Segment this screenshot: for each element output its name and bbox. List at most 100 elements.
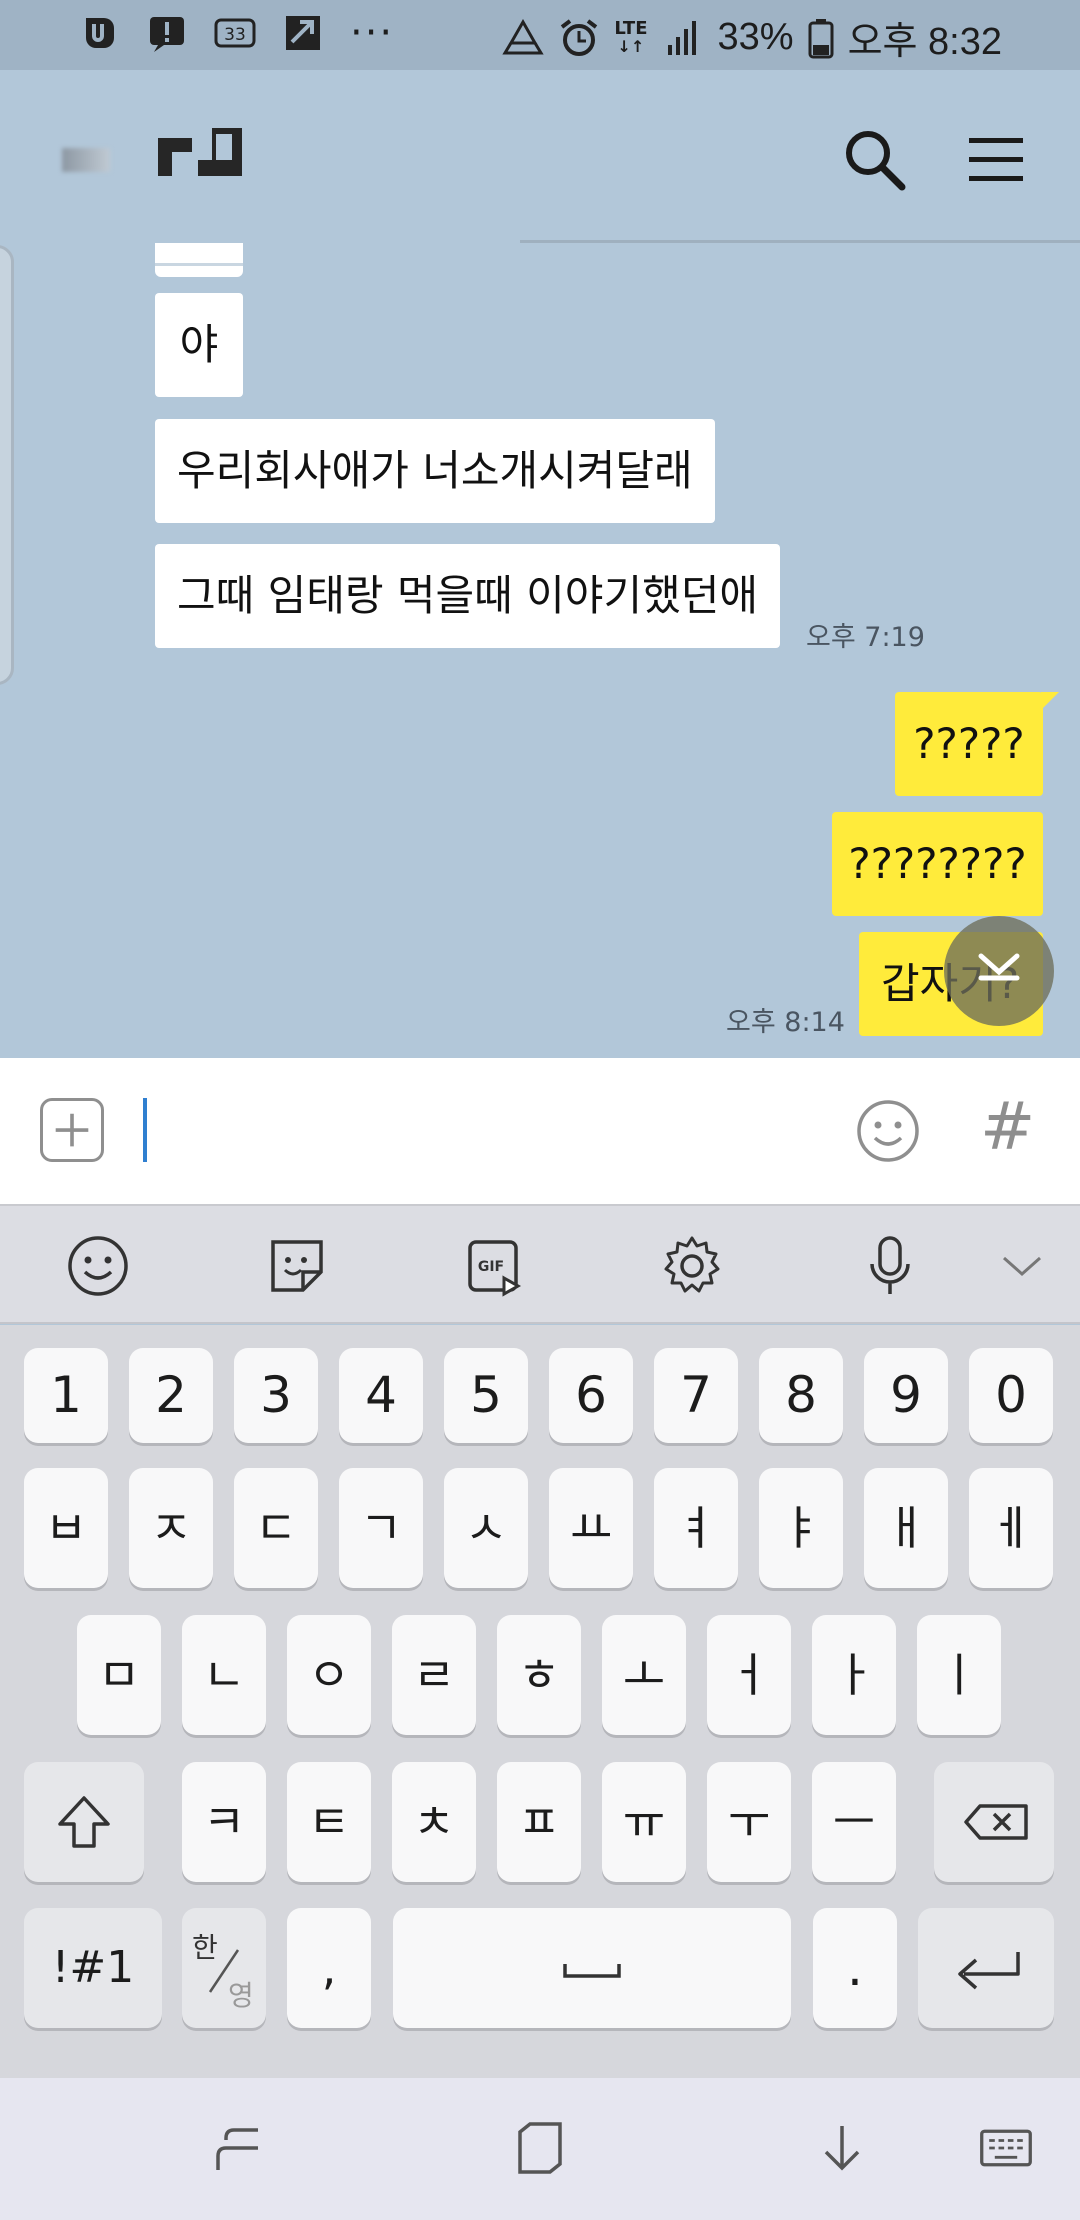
key-ㄱ[interactable]: ㄱ — [339, 1468, 423, 1588]
back-icon[interactable] — [62, 148, 110, 172]
gif-icon[interactable]: GIF — [462, 1234, 526, 1298]
key-6[interactable]: 6 — [549, 1348, 633, 1443]
chat-room-title — [158, 128, 242, 176]
key-1-label: 1 — [50, 1366, 82, 1424]
back-gesture-icon[interactable] — [208, 2118, 268, 2178]
shift-key[interactable] — [24, 1762, 144, 1882]
menu-icon[interactable] — [966, 132, 1026, 188]
key-ㅗ-label: ㅗ — [622, 1648, 666, 1702]
key-8[interactable]: 8 — [759, 1348, 843, 1443]
message-input[interactable] — [143, 1098, 147, 1162]
badge-number: 33 — [224, 25, 246, 45]
battery-icon — [808, 18, 834, 58]
enter-key[interactable] — [918, 1908, 1054, 2028]
gif-label: GIF — [478, 1259, 504, 1275]
key-ㄷ[interactable]: ㄷ — [234, 1468, 318, 1588]
key-ㅏ-label: ㅏ — [832, 1648, 876, 1702]
key-ㅑ[interactable]: ㅑ — [759, 1468, 843, 1588]
backspace-key[interactable] — [934, 1762, 1054, 1882]
key-ㅊ[interactable]: ㅊ — [392, 1762, 476, 1882]
period-key[interactable]: . — [813, 1908, 897, 2028]
emoji-icon[interactable] — [66, 1234, 130, 1298]
key-ㅛ[interactable]: ㅛ — [549, 1468, 633, 1588]
comma-key-label: , — [321, 1941, 337, 1995]
key-ㅁ[interactable]: ㅁ — [77, 1615, 161, 1735]
key-2[interactable]: 2 — [129, 1348, 213, 1443]
recents-icon[interactable] — [510, 2118, 570, 2178]
key-ㅓ[interactable]: ㅓ — [707, 1615, 791, 1735]
key-ㅠ[interactable]: ㅠ — [602, 1762, 686, 1882]
hide-keyboard-icon[interactable] — [812, 2118, 872, 2178]
sent-message[interactable]: ????? — [895, 692, 1043, 796]
settings-icon[interactable] — [660, 1234, 724, 1298]
sticker-icon[interactable] — [265, 1234, 329, 1298]
key-ㅜ[interactable]: ㅜ — [707, 1762, 791, 1882]
key-0[interactable]: 0 — [969, 1348, 1053, 1443]
key-ㅐ[interactable]: ㅐ — [864, 1468, 948, 1588]
key-ㅍ-label: ㅍ — [517, 1795, 561, 1849]
key-ㄱ-label: ㄱ — [359, 1501, 403, 1555]
backspace-icon — [964, 1804, 1028, 1840]
emoticon-icon[interactable] — [855, 1098, 921, 1164]
keyboard-switch-icon[interactable] — [978, 2118, 1034, 2178]
received-message[interactable]: 야 — [155, 293, 243, 397]
attach-plus-icon[interactable] — [40, 1098, 104, 1162]
key-ㅇ[interactable]: ㅇ — [287, 1615, 371, 1735]
key-2-label: 2 — [155, 1366, 187, 1424]
key-ㅕ[interactable]: ㅕ — [654, 1468, 738, 1588]
scroll-to-bottom-button[interactable] — [944, 916, 1054, 1026]
key-ㅑ-label: ㅑ — [779, 1501, 823, 1555]
key-ㅅ[interactable]: ㅅ — [444, 1468, 528, 1588]
key-ㅌ[interactable]: ㅌ — [287, 1762, 371, 1882]
key-4[interactable]: 4 — [339, 1348, 423, 1443]
key-4-label: 4 — [365, 1366, 397, 1424]
hashtag-search-button[interactable]: # — [980, 1088, 1035, 1165]
chevron-down-icon[interactable] — [990, 1234, 1054, 1298]
key-ㅈ[interactable]: ㅈ — [129, 1468, 213, 1588]
alert-message-icon — [150, 17, 184, 52]
key-ㄹ[interactable]: ㄹ — [392, 1615, 476, 1735]
u-plus-icon — [86, 18, 114, 48]
navigation-bar — [0, 2078, 1080, 2220]
key-3-label: 3 — [260, 1366, 292, 1424]
recycle-icon — [502, 18, 545, 54]
key-ㅂ[interactable]: ㅂ — [24, 1468, 108, 1588]
comma-key[interactable]: , — [287, 1908, 371, 2028]
key-ㅏ[interactable]: ㅏ — [812, 1615, 896, 1735]
key-7[interactable]: 7 — [654, 1348, 738, 1443]
sent-message[interactable]: ???????? — [832, 812, 1043, 916]
language-switch-key[interactable]: 한영 — [182, 1908, 266, 2028]
space-key[interactable] — [393, 1908, 791, 2028]
message-time: 오후 8:14 — [726, 1007, 845, 1038]
key-5[interactable]: 5 — [444, 1348, 528, 1443]
key-ㅋ-label: ㅋ — [202, 1795, 246, 1849]
key-ㄴ[interactable]: ㄴ — [182, 1615, 266, 1735]
search-icon[interactable] — [840, 125, 910, 195]
key-ㅌ-label: ㅌ — [307, 1795, 351, 1849]
key-3[interactable]: 3 — [234, 1348, 318, 1443]
clock: 오후 8:32 — [847, 21, 1002, 63]
screenshot-icon — [286, 16, 320, 50]
key-ㅋ[interactable]: ㅋ — [182, 1762, 266, 1882]
side-drawer-handle[interactable] — [0, 245, 14, 685]
symbols-key[interactable]: !#1 — [24, 1908, 162, 2028]
received-message[interactable]: 우리회사애가 너소개시켜달래 — [155, 419, 715, 523]
key-ㅜ-label: ㅜ — [727, 1795, 771, 1849]
chat-header — [0, 70, 1080, 243]
key-ㅔ[interactable]: ㅔ — [969, 1468, 1053, 1588]
key-ㅣ[interactable]: ㅣ — [917, 1615, 1001, 1735]
key-ㅡ[interactable]: ㅡ — [812, 1762, 896, 1882]
key-ㅕ-label: ㅕ — [674, 1501, 718, 1555]
key-ㅍ[interactable]: ㅍ — [497, 1762, 581, 1882]
key-ㅎ[interactable]: ㅎ — [497, 1615, 581, 1735]
microphone-icon[interactable] — [858, 1234, 922, 1298]
key-1[interactable]: 1 — [24, 1348, 108, 1443]
key-ㅗ[interactable]: ㅗ — [602, 1615, 686, 1735]
received-message[interactable]: 그때 임태랑 먹을때 이야기했던애 — [155, 544, 781, 648]
key-ㅡ-label: ㅡ — [832, 1795, 876, 1849]
key-ㅎ-label: ㅎ — [517, 1648, 561, 1702]
key-9[interactable]: 9 — [864, 1348, 948, 1443]
key-ㅊ-label: ㅊ — [412, 1795, 456, 1849]
key-ㅈ-label: ㅈ — [149, 1501, 193, 1555]
key-9-label: 9 — [890, 1366, 922, 1424]
